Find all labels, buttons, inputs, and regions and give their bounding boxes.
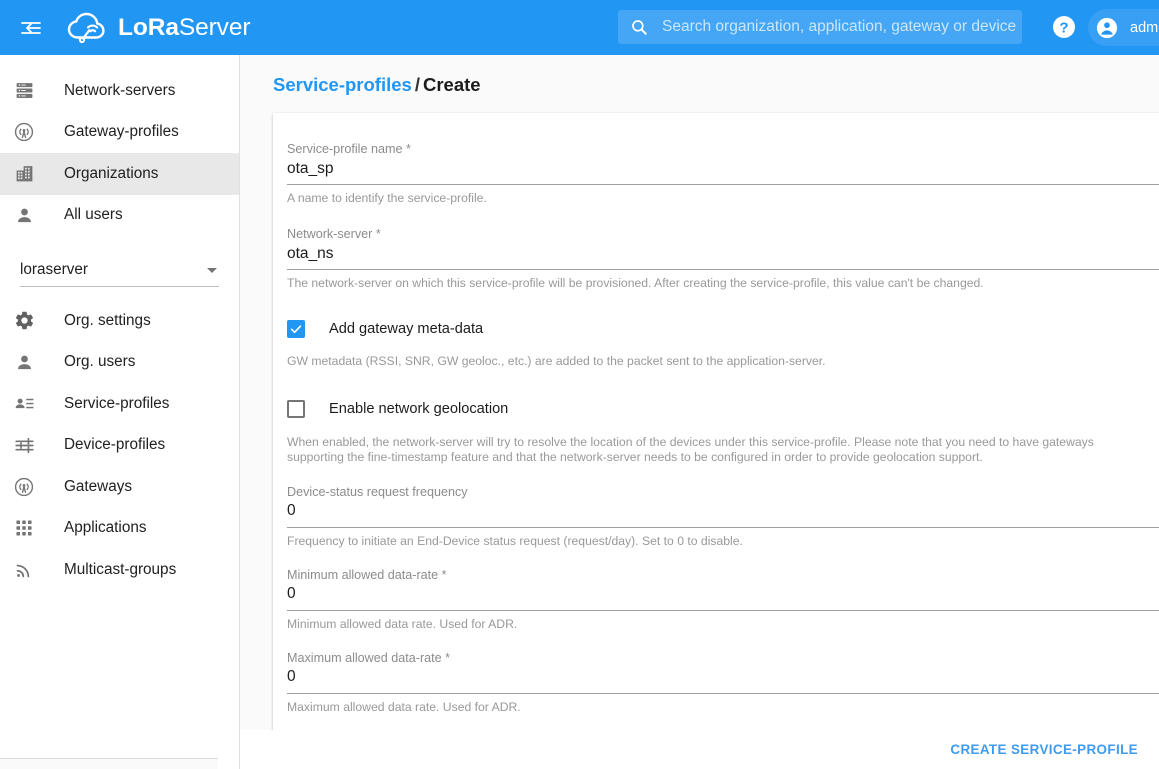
breadcrumb-separator: / bbox=[415, 74, 420, 95]
broadcast-icon bbox=[12, 558, 36, 582]
field-input-row[interactable] bbox=[287, 157, 1159, 185]
field-label: Network-server * bbox=[287, 226, 1159, 242]
field-label: Device-status request frequency bbox=[287, 484, 1159, 500]
antenna-icon bbox=[12, 475, 36, 499]
sidebar-item-label: Multicast-groups bbox=[64, 561, 176, 579]
field-help-text: Frequency to initiate an End-Device stat… bbox=[287, 534, 1142, 549]
app-root: LoRaServer ? bbox=[0, 0, 1159, 769]
person-icon bbox=[12, 350, 36, 374]
sidebar-item-organizations[interactable]: Organizations bbox=[0, 153, 239, 195]
service-profile-name-input[interactable] bbox=[287, 157, 1159, 184]
user-menu[interactable]: admin bbox=[1088, 9, 1159, 46]
sidebar-item-service-profiles[interactable]: Service-profiles bbox=[0, 383, 239, 425]
field-input-row[interactable]: ▲ ▼ bbox=[287, 583, 1159, 611]
username-label: admin bbox=[1130, 20, 1159, 36]
enable-geolocation-label: Enable network geolocation bbox=[329, 401, 508, 417]
sidebar-item-label: Gateways bbox=[64, 478, 132, 496]
apps-grid-icon bbox=[12, 516, 36, 540]
device-status-frequency-field: Device-status request frequency ▲ ▼ Freq… bbox=[287, 484, 1159, 549]
add-gateway-metadata-help: GW metadata (RSSI, SNR, GW geoloc., etc.… bbox=[287, 354, 1132, 370]
service-profile-name-field: Service-profile name * A name to identif… bbox=[287, 141, 1159, 206]
global-search[interactable] bbox=[618, 10, 1022, 44]
svg-text:?: ? bbox=[1059, 20, 1068, 37]
field-label: Minimum allowed data-rate * bbox=[287, 567, 1159, 583]
help-circle-icon[interactable]: ? bbox=[1052, 15, 1076, 39]
add-gateway-metadata-row[interactable]: Add gateway meta-data bbox=[287, 320, 1159, 338]
breadcrumb-link-service-profiles[interactable]: Service-profiles bbox=[273, 74, 412, 95]
enable-geolocation-help: When enabled, the network-server will tr… bbox=[287, 435, 1130, 466]
person-icon bbox=[12, 203, 36, 227]
sidebar-item-org-users[interactable]: Org. users bbox=[0, 342, 239, 384]
add-gateway-metadata-checkbox[interactable] bbox=[287, 320, 305, 338]
sidebar-item-label: Org. settings bbox=[64, 312, 151, 330]
organization-select-value: loraserver bbox=[20, 261, 88, 279]
add-gateway-metadata-label: Add gateway meta-data bbox=[329, 321, 483, 337]
sidebar-item-org-settings[interactable]: Org. settings bbox=[0, 300, 239, 342]
sidebar-item-gateways[interactable]: Gateways bbox=[0, 466, 239, 508]
loraserver-cloud-icon bbox=[67, 11, 109, 45]
sidebar: Network-servers Gateway-profiles bbox=[0, 55, 240, 769]
form-actions: CREATE SERVICE-PROFILE bbox=[240, 730, 1159, 769]
network-server-select-value[interactable] bbox=[287, 242, 1159, 269]
sidebar-item-applications[interactable]: Applications bbox=[0, 508, 239, 550]
sidebar-item-all-users[interactable]: All users bbox=[0, 195, 239, 237]
device-status-frequency-input[interactable] bbox=[287, 500, 1159, 527]
app-header: LoRaServer ? bbox=[0, 0, 1159, 55]
sidebar-item-label: Network-servers bbox=[64, 82, 175, 100]
sidebar-item-gateway-profiles[interactable]: Gateway-profiles bbox=[0, 112, 239, 154]
collapse-left-icon[interactable] bbox=[16, 13, 46, 43]
sliders-icon bbox=[12, 433, 36, 457]
sidebar-group-organization: Org. settings Org. users bbox=[0, 287, 239, 591]
field-input-row[interactable]: ▲ ▼ bbox=[287, 666, 1159, 694]
max-data-rate-input[interactable] bbox=[287, 666, 1159, 693]
person-list-icon bbox=[12, 392, 36, 416]
sidebar-group-global: Network-servers Gateway-profiles bbox=[0, 55, 239, 236]
account-circle-icon bbox=[1096, 17, 1118, 39]
service-profile-form-card: Service-profile name * A name to identif… bbox=[273, 113, 1159, 769]
brand-title-bold: LoRa bbox=[118, 14, 179, 41]
sidebar-item-label: Gateway-profiles bbox=[64, 123, 179, 141]
field-help-text: A name to identify the service-profile. bbox=[287, 191, 1142, 206]
chevron-down-icon bbox=[207, 268, 217, 273]
search-input[interactable] bbox=[662, 12, 1022, 42]
gear-icon bbox=[12, 309, 36, 333]
sidebar-item-label: Device-profiles bbox=[64, 436, 165, 454]
main-content: Service-profiles/Create Service-profile … bbox=[240, 55, 1159, 769]
field-help-text: The network-server on which this service… bbox=[287, 276, 1142, 291]
server-stack-icon bbox=[12, 79, 36, 103]
sidebar-horizontal-scrollbar[interactable] bbox=[0, 758, 218, 769]
sidebar-item-label: Org. users bbox=[64, 353, 135, 371]
enable-geolocation-row[interactable]: Enable network geolocation bbox=[287, 400, 1159, 418]
sidebar-item-multicast-groups[interactable]: Multicast-groups bbox=[0, 549, 239, 591]
field-help-text: Maximum allowed data rate. Used for ADR. bbox=[287, 700, 1142, 715]
field-label: Maximum allowed data-rate * bbox=[287, 650, 1159, 666]
sidebar-item-label: Organizations bbox=[64, 165, 158, 183]
enable-geolocation-checkbox[interactable] bbox=[287, 400, 305, 418]
sidebar-item-network-servers[interactable]: Network-servers bbox=[0, 70, 239, 112]
brand-title: LoRaServer bbox=[118, 14, 250, 42]
max-data-rate-field: Maximum allowed data-rate * ▲ ▼ Maximum … bbox=[287, 650, 1159, 715]
network-server-field: Network-server * The network-server on w… bbox=[287, 226, 1159, 291]
sidebar-item-device-profiles[interactable]: Device-profiles bbox=[0, 425, 239, 467]
field-input-row[interactable]: ▲ ▼ bbox=[287, 500, 1159, 528]
network-server-select[interactable] bbox=[287, 242, 1159, 270]
field-help-text: Minimum allowed data rate. Used for ADR. bbox=[287, 617, 1142, 632]
sidebar-item-label: All users bbox=[64, 206, 123, 224]
search-icon bbox=[630, 18, 648, 36]
min-data-rate-field: Minimum allowed data-rate * ▲ ▼ Minimum … bbox=[287, 567, 1159, 632]
create-service-profile-button[interactable]: CREATE SERVICE-PROFILE bbox=[942, 734, 1146, 765]
breadcrumb-current: Create bbox=[423, 74, 481, 95]
organization-select[interactable]: loraserver bbox=[20, 254, 219, 287]
breadcrumb: Service-profiles/Create bbox=[240, 55, 1159, 96]
brand-logo-group[interactable]: LoRaServer bbox=[67, 8, 250, 48]
building-icon bbox=[12, 162, 36, 186]
sidebar-item-label: Applications bbox=[64, 519, 146, 537]
sidebar-item-label: Service-profiles bbox=[64, 395, 169, 413]
antenna-icon bbox=[12, 120, 36, 144]
brand-title-light: Server bbox=[179, 14, 251, 41]
min-data-rate-input[interactable] bbox=[287, 583, 1159, 610]
field-label: Service-profile name * bbox=[287, 141, 1159, 157]
